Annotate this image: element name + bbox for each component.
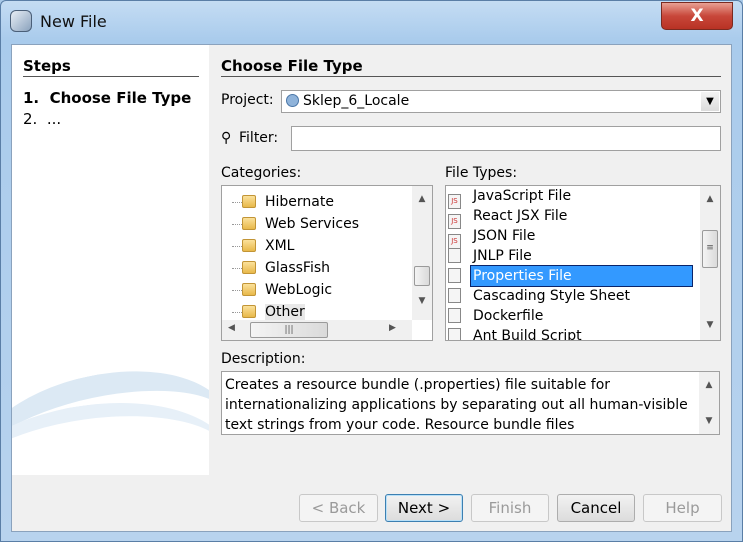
file-types-vertical-scrollbar[interactable]: ▲ ≡ ▼: [700, 186, 720, 340]
scroll-down-icon[interactable]: ▼: [700, 316, 720, 334]
category-item[interactable]: WebLogic: [242, 280, 332, 300]
category-label: GlassFish: [265, 260, 330, 276]
scroll-left-icon[interactable]: ◀: [228, 323, 235, 333]
scroll-down-icon[interactable]: ▼: [412, 292, 432, 310]
file-type-item[interactable]: JS JSON File: [448, 226, 692, 249]
main-panel: Choose File Type Project: Sklep_6_Locale…: [209, 45, 731, 475]
file-type-item[interactable]: Dockerfile: [448, 306, 692, 326]
description-label: Description:: [221, 351, 306, 367]
file-type-item[interactable]: JS React JSX File: [448, 206, 692, 229]
tree-connector: [232, 202, 242, 203]
divider: [221, 76, 721, 77]
folder-icon: [242, 305, 256, 318]
description-text[interactable]: Creates a resource bundle (.properties) …: [221, 371, 720, 435]
file-type-item[interactable]: Properties File: [448, 265, 693, 287]
file-type-label: Ant Build Script: [473, 328, 582, 341]
css-icon: [448, 288, 461, 303]
file-types-label: File Types:: [445, 165, 518, 181]
folder-icon: [242, 217, 256, 230]
steps-panel: Steps 1. Choose File Type 2. ...: [12, 45, 209, 475]
file-type-label: Dockerfile: [473, 308, 544, 324]
file-type-label: Cascading Style Sheet: [473, 288, 631, 304]
categories-vertical-scrollbar[interactable]: ▲ ▼: [412, 186, 432, 320]
scrollbar-thumb[interactable]: ≡: [702, 230, 718, 268]
scroll-up-icon[interactable]: ▲: [412, 190, 432, 208]
help-button[interactable]: Help: [643, 494, 722, 522]
tree-connector: [232, 246, 242, 247]
scroll-up-icon[interactable]: ▲: [699, 376, 719, 394]
categories-label: Categories:: [221, 165, 302, 181]
filter-label: Filter:: [239, 130, 279, 146]
next-button[interactable]: Next >: [385, 494, 463, 522]
tree-connector: [232, 224, 242, 225]
tree-connector: [232, 290, 242, 291]
file-type-item[interactable]: JS JavaScript File: [448, 186, 692, 209]
tree-connector: [232, 312, 242, 313]
properties-file-icon: [448, 268, 461, 283]
step-2: 2. ...: [23, 110, 62, 128]
close-button[interactable]: X: [661, 2, 733, 30]
project-value: Sklep_6_Locale: [303, 93, 410, 109]
file-type-item[interactable]: JNLP File: [448, 246, 692, 266]
folder-icon: [242, 195, 256, 208]
window-title: New File: [40, 12, 107, 31]
file-type-label: JSON File: [473, 228, 536, 244]
file-type-item[interactable]: Cascading Style Sheet: [448, 286, 692, 306]
chevron-down-icon[interactable]: ▼: [701, 92, 719, 111]
filter-input[interactable]: [291, 126, 721, 151]
finish-button[interactable]: Finish: [471, 494, 549, 522]
category-item[interactable]: GlassFish: [242, 258, 330, 278]
file-type-label: JavaScript File: [473, 188, 572, 204]
ant-icon: [448, 328, 461, 340]
back-button[interactable]: < Back: [299, 494, 378, 522]
folder-icon: [242, 261, 256, 274]
title-bar[interactable]: New File X: [0, 0, 743, 42]
folder-icon: [242, 283, 256, 296]
category-label: WebLogic: [265, 282, 333, 298]
file-type-item[interactable]: Ant Build Script: [448, 326, 692, 341]
netbeans-cube-icon: [10, 10, 32, 32]
file-type-label: Properties File: [470, 265, 693, 287]
category-item[interactable]: Web Services: [242, 214, 359, 234]
category-item[interactable]: XML: [242, 236, 294, 256]
step-1: 1. Choose File Type: [23, 89, 192, 107]
docker-icon: [448, 308, 461, 323]
filter-search-icon: ⚲: [221, 130, 232, 146]
dialog-body: Steps 1. Choose File Type 2. ... Choose …: [11, 44, 732, 532]
scroll-right-icon[interactable]: ▶: [389, 323, 396, 333]
scrollbar-thumb[interactable]: |||: [250, 322, 328, 338]
category-item[interactable]: Hibernate: [242, 192, 334, 212]
jnlp-icon: [448, 248, 461, 263]
project-label: Project:: [221, 92, 274, 108]
page-title: Choose File Type: [221, 57, 363, 75]
divider: [23, 76, 199, 77]
scroll-up-icon[interactable]: ▲: [700, 190, 720, 208]
description-content: Creates a resource bundle (.properties) …: [225, 377, 688, 433]
categories-tree[interactable]: Hibernate Web Services XML GlassFish WebLogi…: [221, 185, 433, 341]
category-label: Web Services: [265, 216, 360, 232]
category-label: Hibernate: [265, 194, 334, 210]
project-combobox[interactable]: Sklep_6_Locale ▼: [281, 90, 721, 113]
scrollbar-thumb[interactable]: [414, 266, 430, 286]
categories-horizontal-scrollbar[interactable]: ◀ ||| ▶: [222, 320, 412, 340]
category-label: Other: [265, 304, 305, 320]
project-globe-icon: [286, 94, 299, 107]
scroll-down-icon[interactable]: ▼: [699, 412, 719, 430]
tree-connector: [232, 268, 242, 269]
description-scrollbar[interactable]: ▲ ▼: [699, 372, 719, 434]
file-types-list[interactable]: JS JavaScript File JS React JSX File JS JSON …: [445, 185, 721, 341]
file-type-label: React JSX File: [473, 208, 568, 224]
folder-icon: [242, 239, 256, 252]
category-label: XML: [265, 238, 295, 254]
file-type-label: JNLP File: [473, 248, 532, 264]
cancel-button[interactable]: Cancel: [557, 494, 635, 522]
steps-heading: Steps: [23, 57, 71, 75]
category-item[interactable]: Other: [242, 302, 305, 322]
